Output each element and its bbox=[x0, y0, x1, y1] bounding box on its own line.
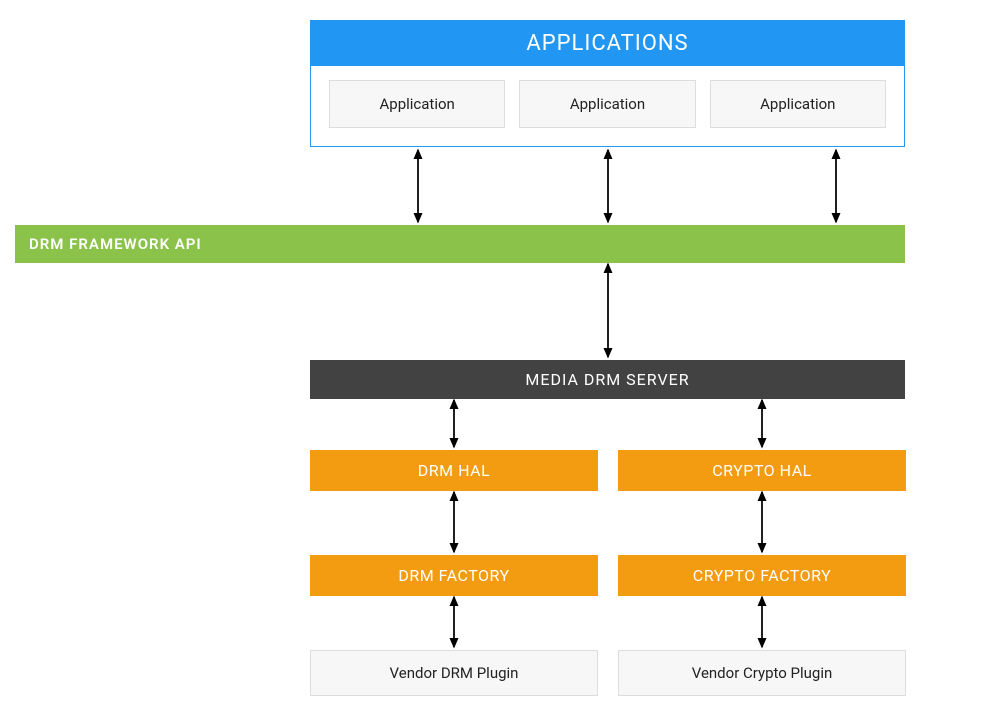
drm-factory-box: DRM FACTORY bbox=[310, 555, 598, 596]
application-box: Application bbox=[329, 80, 505, 128]
crypto-factory-box: CRYPTO FACTORY bbox=[618, 555, 906, 596]
vendor-drm-plugin-box: Vendor DRM Plugin bbox=[310, 650, 598, 696]
crypto-hal-box: CRYPTO HAL bbox=[618, 450, 906, 491]
applications-row: Application Application Application bbox=[311, 66, 904, 146]
drm-hal-box: DRM HAL bbox=[310, 450, 598, 491]
drm-framework-api-bar: DRM FRAMEWORK API bbox=[15, 225, 905, 263]
vendor-crypto-plugin-box: Vendor Crypto Plugin bbox=[618, 650, 906, 696]
application-box: Application bbox=[519, 80, 695, 128]
application-box: Application bbox=[710, 80, 886, 128]
applications-header: APPLICATIONS bbox=[311, 21, 904, 66]
media-drm-server-bar: MEDIA DRM SERVER bbox=[310, 360, 905, 399]
applications-container: APPLICATIONS Application Application App… bbox=[310, 20, 905, 147]
